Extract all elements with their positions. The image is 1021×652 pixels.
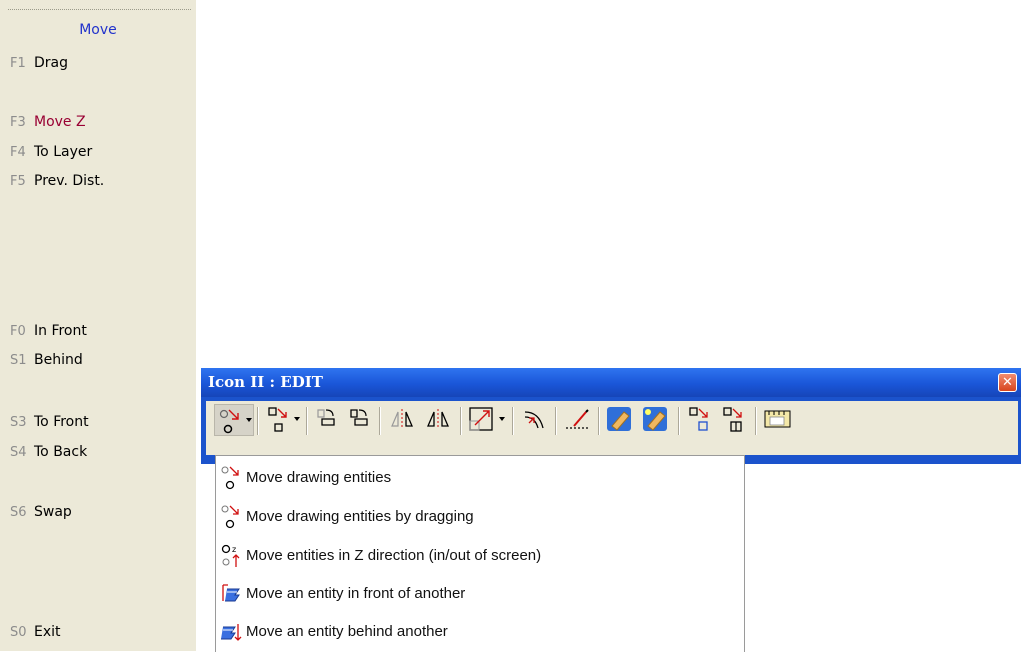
fkey-to-front[interactable]: S3 To Front [10, 412, 89, 432]
fkey-in-front[interactable]: F0 In Front [10, 321, 87, 341]
fkey-code: S4 [10, 445, 27, 460]
mirror-icon [391, 409, 413, 429]
scale-dropdown[interactable] [466, 404, 508, 436]
trim-icon [566, 409, 589, 429]
menu-item-label: Move an entity in front of another [246, 585, 466, 602]
fkey-exit[interactable]: S0 Exit [10, 622, 61, 642]
chevron-down-icon [294, 417, 300, 421]
rotate-icon [317, 409, 335, 426]
chevron-down-icon [499, 417, 505, 421]
fkey-code: F1 [10, 56, 26, 71]
toolbar-separator [512, 407, 514, 435]
fkey-label: Drag [34, 55, 69, 71]
offset-button[interactable] [519, 404, 551, 436]
move-z-icon: z [221, 544, 240, 567]
scale-icon [469, 407, 493, 431]
array-button[interactable] [685, 404, 717, 436]
erase-all-button[interactable] [640, 404, 674, 436]
in-front-icon [222, 584, 240, 602]
fkey-code: S3 [10, 415, 27, 430]
rotate-button[interactable] [312, 404, 342, 436]
svg-text:z: z [232, 545, 236, 554]
menu-item-move-entities[interactable]: Move drawing entities [216, 461, 744, 497]
toolbar-separator [598, 407, 600, 435]
fkey-label: To Back [34, 444, 88, 460]
move-icon [219, 409, 239, 434]
array-icon [689, 407, 708, 431]
close-button[interactable]: ✕ [998, 373, 1017, 392]
copy-icon [268, 407, 287, 432]
array-copy-icon [723, 407, 742, 432]
mirror-copy-button[interactable] [422, 404, 456, 436]
toolbar-separator [755, 407, 757, 435]
copy-entities-dropdown[interactable] [263, 404, 303, 436]
function-key-panel: Move F1 Drag F3 Move Z F4 To Layer F5 Prev. … [0, 0, 196, 651]
panel-divider [8, 9, 191, 10]
menu-item-label: Move drawing entities by dragging [246, 508, 474, 525]
drag-entities-icon [221, 505, 239, 529]
fkey-prev-dist[interactable]: F5 Prev. Dist. [10, 171, 104, 191]
trim-button[interactable] [562, 404, 594, 436]
fkey-code: S6 [10, 505, 27, 520]
move-entities-icon [221, 466, 239, 490]
array-copy-button[interactable] [719, 404, 751, 436]
mirror-button[interactable] [386, 404, 420, 436]
toolbar-strip [206, 401, 1018, 455]
erase-button[interactable] [604, 404, 638, 436]
eraser-star-icon [643, 407, 667, 431]
menu-item-label: Move an entity behind another [246, 623, 448, 640]
toolbar-separator [460, 407, 462, 435]
menu-item-behind[interactable]: Move an entity behind another [216, 615, 744, 651]
toolbar-separator [678, 407, 680, 435]
menu-item-label: Move entities in Z direction (in/out of … [246, 547, 542, 564]
chevron-down-icon [246, 418, 252, 422]
fkey-label: Behind [34, 352, 83, 368]
toolbar-frame [201, 397, 1021, 464]
fkey-drag[interactable]: F1 Drag [10, 53, 68, 73]
fkey-behind[interactable]: S1 Behind [10, 350, 83, 370]
mirror-copy-icon [427, 409, 449, 429]
edit-toolbar-window: Icon II : EDIT ✕ [201, 368, 1021, 464]
move-dropdown-menu: Move drawing entities Move drawing entit… [215, 455, 745, 652]
fkey-label: Exit [34, 624, 61, 640]
toolbar-titlebar[interactable]: Icon II : EDIT ✕ [201, 368, 1021, 397]
move-entities-dropdown[interactable] [214, 404, 254, 436]
menu-item-in-front[interactable]: Move an entity in front of another [216, 577, 744, 613]
rotate-copy-button[interactable] [345, 404, 375, 436]
fkey-to-layer[interactable]: F4 To Layer [10, 142, 92, 162]
toolbar-title: Icon II : EDIT [208, 373, 323, 391]
toolbar-separator [257, 407, 259, 435]
fkey-label: Swap [34, 504, 72, 520]
toolbar-separator [555, 407, 557, 435]
fkey-label: To Layer [34, 144, 93, 160]
fkey-code: F5 [10, 174, 26, 189]
fkey-label: Move Z [34, 114, 86, 130]
menu-item-drag-entities[interactable]: Move drawing entities by dragging [216, 500, 744, 536]
toolbar-separator [379, 407, 381, 435]
fkey-code: S1 [10, 353, 27, 368]
menu-item-label: Move drawing entities [246, 469, 392, 486]
rotate-copy-icon [350, 409, 368, 426]
fkey-label: To Front [34, 414, 89, 430]
close-icon: ✕ [1002, 375, 1013, 390]
fkey-label: Prev. Dist. [34, 173, 105, 189]
behind-icon [221, 624, 242, 641]
measure-button[interactable] [762, 404, 794, 436]
fkey-code: S0 [10, 625, 27, 640]
fkey-swap[interactable]: S6 Swap [10, 502, 72, 522]
ruler-icon [764, 410, 791, 428]
fkey-move-z[interactable]: F3 Move Z [10, 112, 86, 132]
panel-title: Move [79, 22, 117, 38]
eraser-icon [607, 407, 631, 431]
fkey-code: F0 [10, 324, 26, 339]
fkey-code: F4 [10, 145, 26, 160]
toolbar-separator [306, 407, 308, 435]
fkey-to-back[interactable]: S4 To Back [10, 442, 87, 462]
menu-item-move-z[interactable]: z Move entities in Z direction (in/out o… [216, 539, 744, 575]
offset-icon [524, 411, 544, 429]
fkey-code: F3 [10, 115, 26, 130]
fkey-label: In Front [34, 323, 87, 339]
